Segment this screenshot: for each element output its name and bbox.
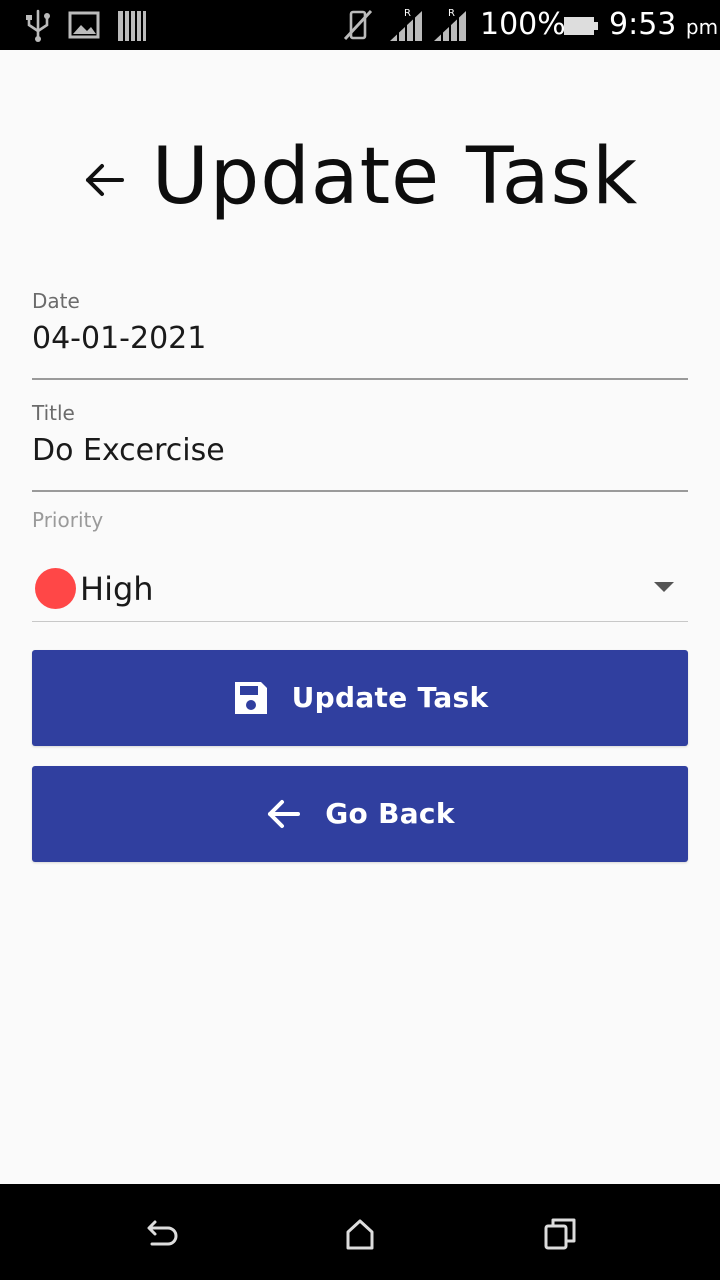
battery-percent: 100%	[480, 7, 566, 42]
svg-text:R: R	[404, 8, 411, 19]
title-input[interactable]: Do Excercise	[32, 431, 225, 471]
title-label: Title	[32, 401, 75, 425]
page-title: Update Task	[151, 132, 639, 222]
update-task-label: Update Task	[291, 681, 489, 714]
date-field[interactable]: Date 04-01-2021	[32, 284, 688, 380]
svg-text:R: R	[448, 8, 455, 19]
recents-icon[interactable]	[540, 1214, 580, 1254]
priority-selected-value: High	[80, 570, 154, 608]
mute-icon	[340, 7, 376, 43]
signal-r-icon: R	[432, 7, 468, 43]
priority-color-dot	[35, 568, 76, 609]
update-task-button[interactable]: Update Task	[32, 650, 688, 746]
go-back-button[interactable]: Go Back	[32, 766, 688, 862]
home-icon[interactable]	[340, 1214, 380, 1254]
arrow-left-icon	[265, 795, 303, 833]
priority-field: Priority High	[32, 505, 688, 622]
storage-icon	[114, 7, 150, 43]
date-label: Date	[32, 289, 80, 313]
arrow-left-icon[interactable]	[82, 157, 128, 203]
priority-dropdown[interactable]: High	[32, 563, 688, 615]
status-bar: R R 100% 9:53 pm	[0, 0, 720, 50]
usb-icon	[20, 7, 56, 43]
dropdown-arrow-icon[interactable]	[654, 582, 674, 592]
clock: 9:53 pm	[609, 6, 718, 46]
clock-time: 9:53	[609, 7, 677, 42]
header: Update Task	[0, 122, 720, 232]
navigation-bar	[0, 1184, 720, 1280]
title-field[interactable]: Title Do Excercise	[32, 396, 688, 492]
date-input[interactable]: 04-01-2021	[32, 319, 206, 359]
image-icon	[66, 7, 102, 43]
signal-r-icon: R	[388, 7, 424, 43]
battery-icon	[562, 7, 598, 43]
clock-ampm: pm	[685, 15, 719, 39]
save-icon	[232, 679, 270, 717]
priority-label: Priority	[32, 508, 104, 532]
go-back-label: Go Back	[325, 797, 455, 830]
back-icon[interactable]	[140, 1214, 180, 1254]
